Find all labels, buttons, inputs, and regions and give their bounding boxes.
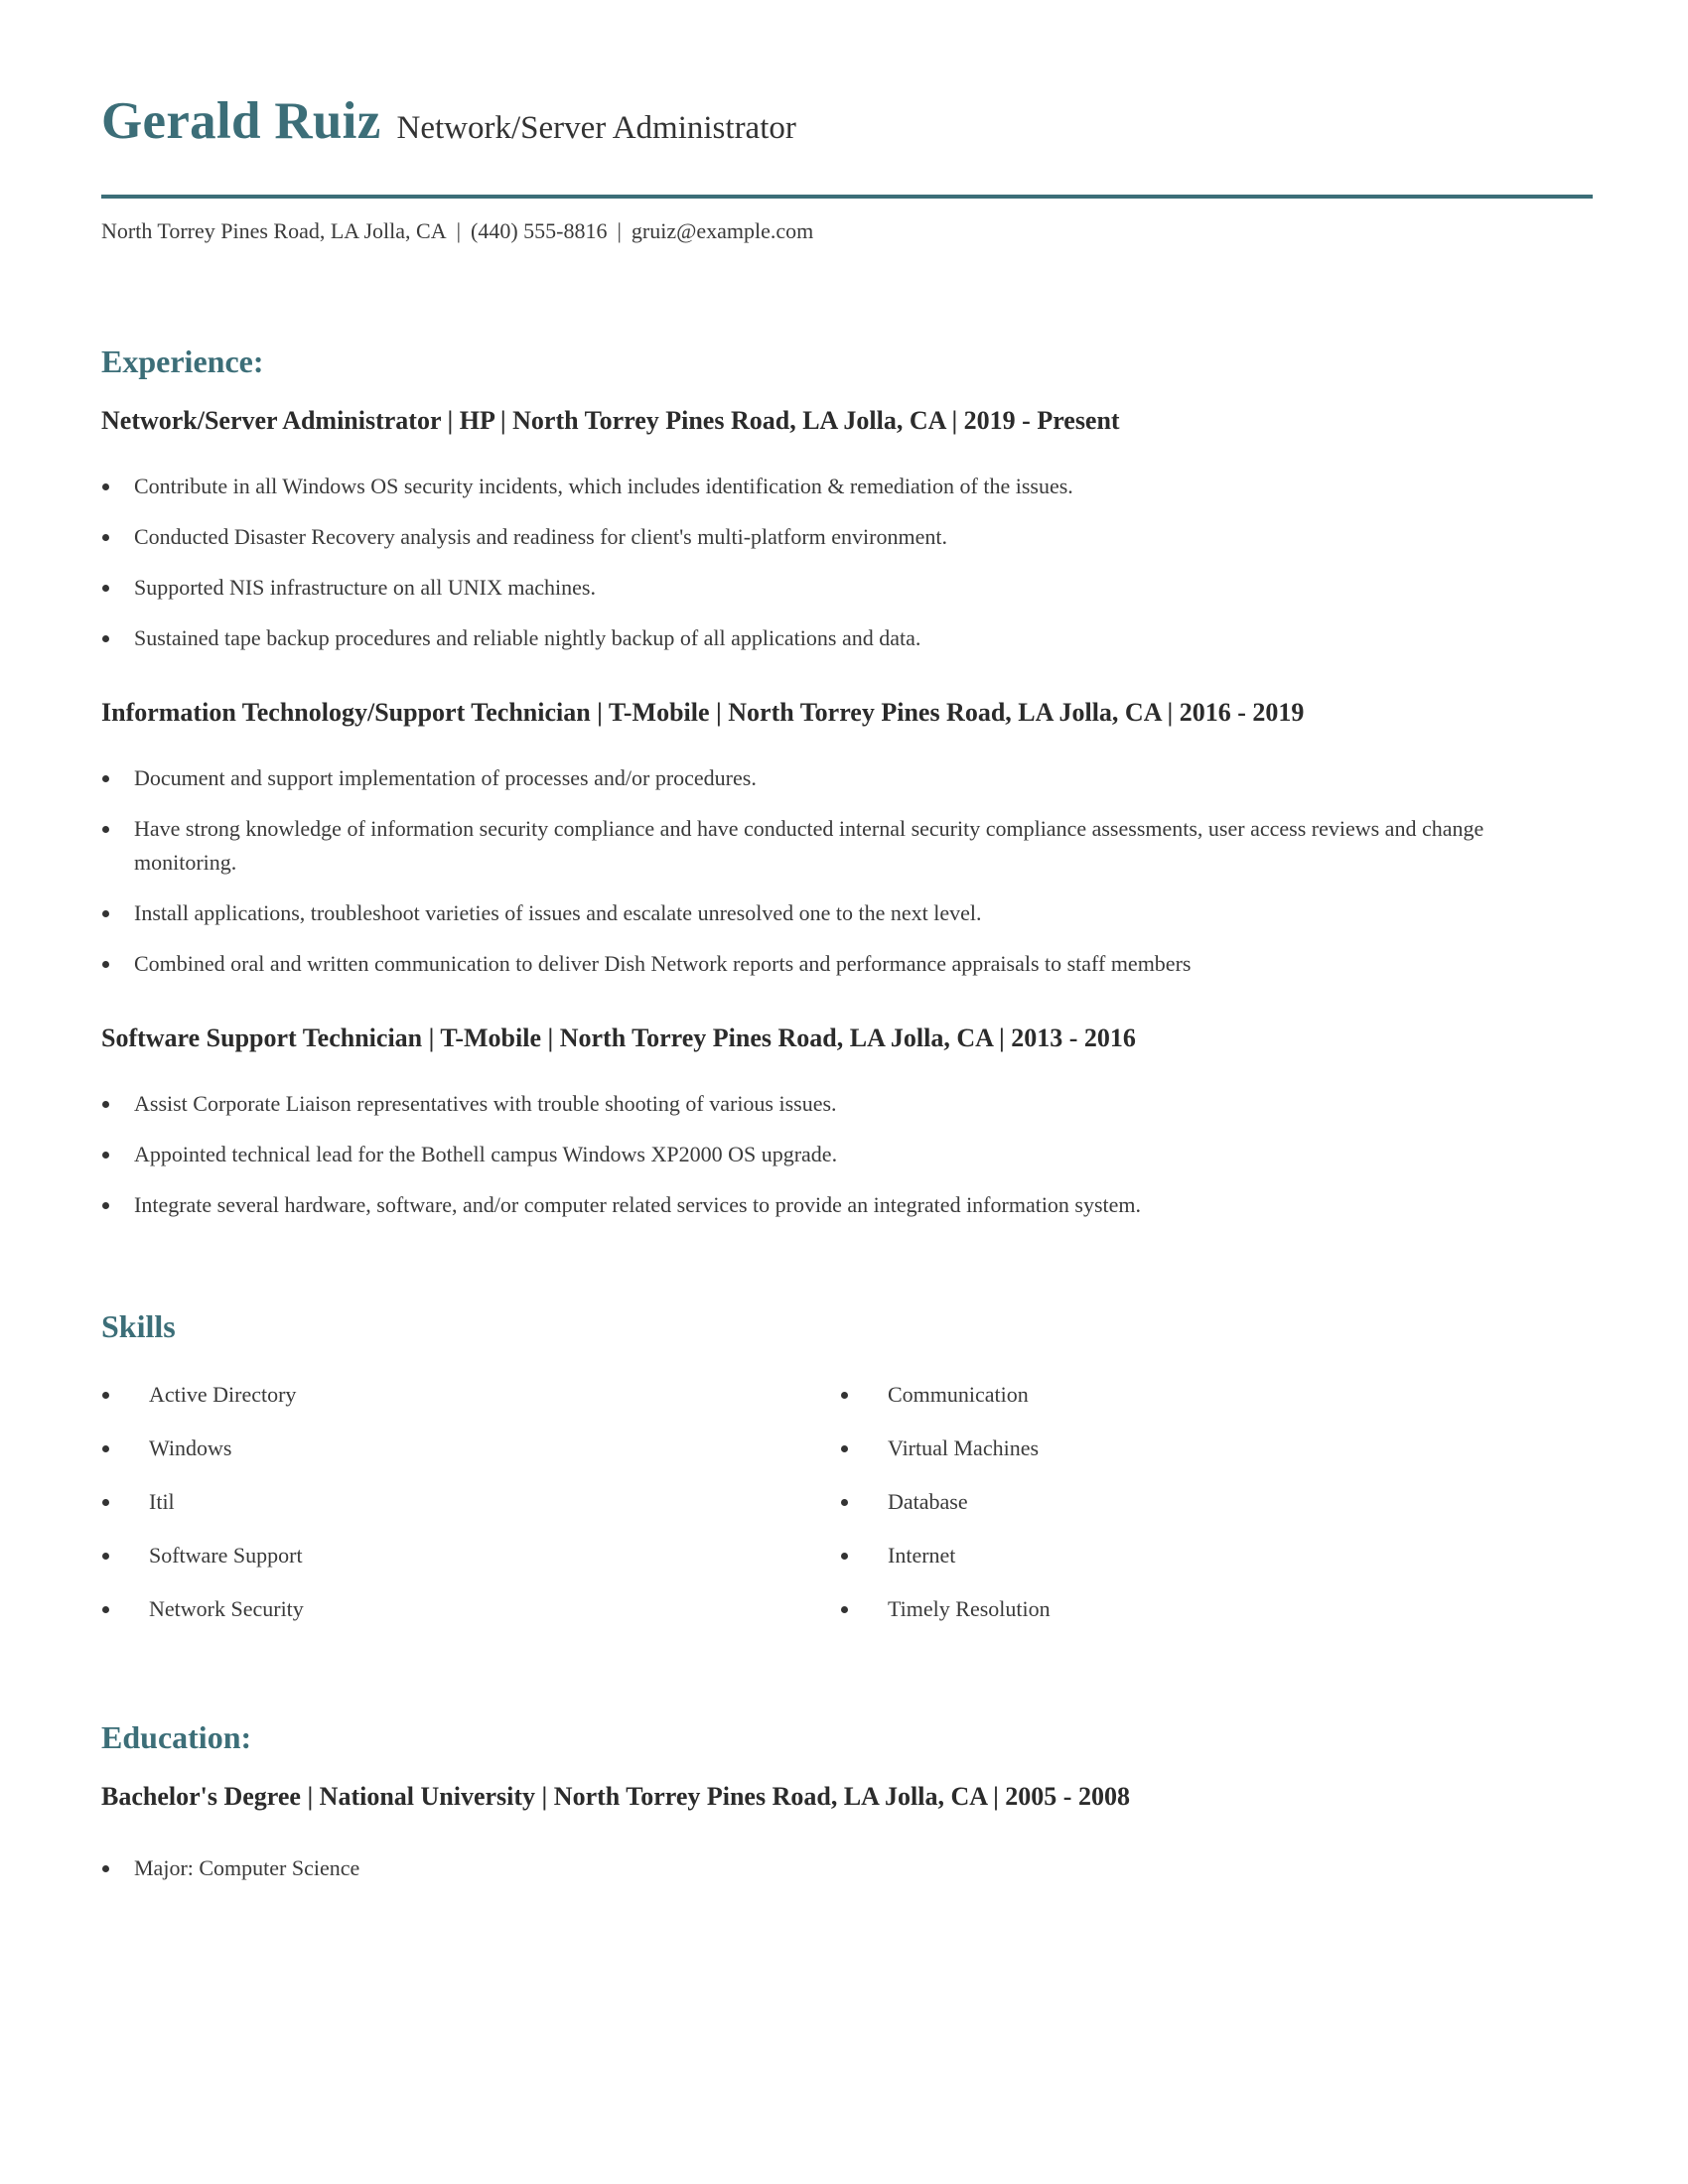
list-item: Sustained tape backup procedures and rel… bbox=[101, 621, 1561, 655]
skill-item: Software Support bbox=[101, 1539, 304, 1592]
skill-item: Itil bbox=[101, 1485, 304, 1539]
contact-line: North Torrey Pines Road, LA Jolla, CA | (4… bbox=[101, 218, 813, 244]
education-header: Bachelor's Degree | National University … bbox=[101, 1782, 1130, 1811]
list-item: Integrate several hardware, software, an… bbox=[101, 1188, 1561, 1222]
skill-item: Active Directory bbox=[101, 1378, 304, 1432]
skill-item: Internet bbox=[840, 1539, 1051, 1592]
job-header: Software Support Technician | T-Mobile |… bbox=[101, 1024, 1136, 1052]
contact-email: gruiz@example.com bbox=[631, 218, 814, 243]
header-divider bbox=[101, 195, 1593, 199]
candidate-title: Network/Server Administrator bbox=[396, 110, 796, 146]
resume-header: Gerald Ruiz Network/Server Administrator bbox=[101, 91, 796, 151]
skill-item: Windows bbox=[101, 1432, 304, 1485]
list-item: Supported NIS infrastructure on all UNIX… bbox=[101, 571, 1561, 605]
contact-separator: | bbox=[617, 218, 622, 243]
list-item: Document and support implementation of p… bbox=[101, 761, 1561, 795]
skill-item: Communication bbox=[840, 1378, 1051, 1432]
list-item: Conducted Disaster Recovery analysis and… bbox=[101, 520, 1561, 554]
job-bullets: Document and support implementation of p… bbox=[101, 761, 1561, 998]
list-item: Combined oral and written communication … bbox=[101, 947, 1561, 981]
list-item: Install applications, troubleshoot varie… bbox=[101, 896, 1561, 930]
candidate-name: Gerald Ruiz bbox=[101, 92, 381, 150]
skill-item: Database bbox=[840, 1485, 1051, 1539]
job-bullets: Assist Corporate Liaison representatives… bbox=[101, 1087, 1561, 1239]
skills-heading: Skills bbox=[101, 1308, 176, 1344]
contact-separator: | bbox=[456, 218, 461, 243]
skills-column-left: Active Directory Windows Itil Software S… bbox=[101, 1378, 304, 1646]
experience-heading: Experience: bbox=[101, 343, 264, 379]
job-header: Information Technology/Support Technicia… bbox=[101, 698, 1305, 727]
education-heading: Education: bbox=[101, 1719, 252, 1755]
list-item: Major: Computer Science bbox=[101, 1851, 1561, 1885]
list-item: Assist Corporate Liaison representatives… bbox=[101, 1087, 1561, 1121]
skill-item: Virtual Machines bbox=[840, 1432, 1051, 1485]
skill-item: Timely Resolution bbox=[840, 1592, 1051, 1646]
skill-item: Network Security bbox=[101, 1592, 304, 1646]
contact-phone: (440) 555-8816 bbox=[471, 218, 608, 243]
education-bullets: Major: Computer Science bbox=[101, 1851, 1561, 1902]
list-item: Appointed technical lead for the Bothell… bbox=[101, 1138, 1561, 1171]
job-header: Network/Server Administrator | HP | Nort… bbox=[101, 406, 1120, 435]
list-item: Contribute in all Windows OS security in… bbox=[101, 470, 1561, 503]
job-bullets: Contribute in all Windows OS security in… bbox=[101, 470, 1561, 672]
list-item: Have strong knowledge of information sec… bbox=[101, 812, 1561, 880]
skills-column-right: Communication Virtual Machines Database … bbox=[840, 1378, 1051, 1646]
contact-address: North Torrey Pines Road, LA Jolla, CA bbox=[101, 218, 447, 243]
